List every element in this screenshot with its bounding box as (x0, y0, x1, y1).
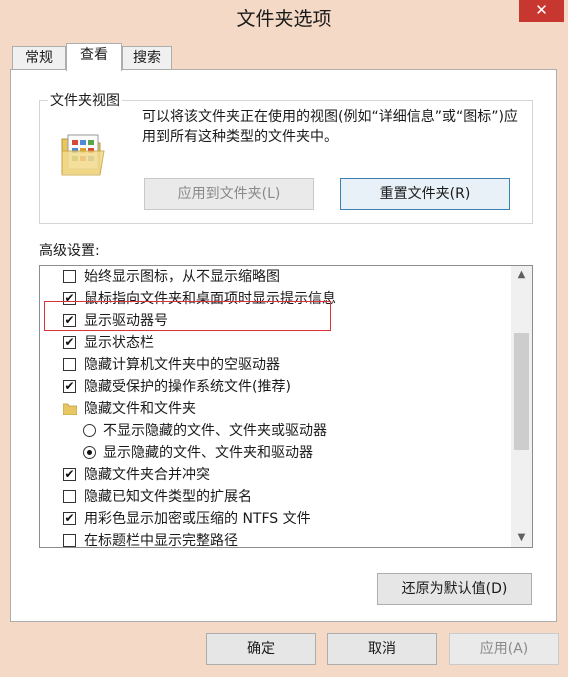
radio-dot (87, 450, 92, 455)
checkbox[interactable] (63, 534, 76, 547)
checkbox[interactable] (63, 358, 76, 371)
folder-views-description: 可以将该文件夹正在使用的视图(例如“详细信息”或“图标”)应用到所有这种类型的文… (142, 109, 518, 145)
vertical-scrollbar[interactable]: ▲ ▼ (511, 266, 532, 547)
list-item-label: 隐藏受保护的操作系统文件(推荐) (84, 379, 291, 395)
tab-view[interactable]: 查看 (66, 43, 122, 71)
checkbox-checked[interactable]: ✔ (63, 314, 76, 327)
close-button[interactable]: ✕ (519, 0, 564, 22)
ok-button[interactable]: 确定 (206, 633, 316, 665)
list-item-label: 鼠标指向文件夹和桌面项时显示提示信息 (84, 291, 336, 307)
scroll-down-icon[interactable]: ▼ (511, 529, 532, 547)
title-bar: 文件夹选项 ✕ (0, 0, 568, 36)
scroll-up-icon[interactable]: ▲ (511, 266, 532, 284)
checkbox-checked[interactable]: ✔ (63, 468, 76, 481)
checkbox-checked[interactable]: ✔ (63, 292, 76, 305)
folder-views-group: 文件夹视图 可以将该文件夹正在使用的视图(例如“详细信息”或“图标”)应用到所有… (39, 90, 533, 224)
checkbox-checked[interactable]: ✔ (63, 336, 76, 349)
checkbox-checked[interactable]: ✔ (63, 512, 76, 525)
list-item-label: 隐藏文件夹合并冲突 (84, 467, 210, 483)
checkbox[interactable] (63, 270, 76, 283)
restore-defaults-button[interactable]: 还原为默认值(D) (377, 573, 532, 605)
list-item-label: 显示状态栏 (84, 335, 154, 351)
folder-icon (63, 403, 77, 415)
list-item-label: 在标题栏中显示完整路径 (84, 533, 238, 548)
reset-folders-button[interactable]: 重置文件夹(R) (340, 178, 510, 210)
list-item-label: 隐藏文件和文件夹 (84, 401, 196, 417)
radio-button[interactable] (83, 424, 96, 437)
advanced-settings-list[interactable]: 始终显示图标，从不显示缩略图 ✔ 鼠标指向文件夹和桌面项时显示提示信息 ✔ 显示… (39, 265, 533, 548)
window-title: 文件夹选项 (236, 8, 332, 30)
list-item-label: 显示驱动器号 (84, 313, 168, 329)
folder-views-title: 文件夹视图 (48, 90, 122, 110)
list-item-label: 始终显示图标，从不显示缩略图 (84, 269, 280, 285)
list-item-label: 隐藏已知文件类型的扩展名 (84, 489, 252, 505)
tab-general[interactable]: 常规 (12, 46, 66, 71)
checkbox-checked[interactable]: ✔ (63, 380, 76, 393)
view-tab-panel: 文件夹视图 可以将该文件夹正在使用的视图(例如“详细信息”或“图标”)应用到所有… (10, 69, 557, 622)
folder-view-icon (61, 134, 105, 176)
checkbox[interactable] (63, 490, 76, 503)
list-item-label: 不显示隐藏的文件、文件夹或驱动器 (103, 423, 327, 439)
radio-button-selected[interactable] (83, 446, 96, 459)
list-item-label: 显示隐藏的文件、文件夹和驱动器 (103, 445, 313, 461)
scroll-thumb[interactable] (514, 333, 529, 450)
apply-to-folders-button[interactable]: 应用到文件夹(L) (144, 178, 314, 210)
apply-button[interactable]: 应用(A) (449, 633, 559, 665)
advanced-settings-label: 高级设置: (39, 243, 100, 259)
list-item-label: 用彩色显示加密或压缩的 NTFS 文件 (84, 511, 311, 527)
close-icon: ✕ (535, 1, 548, 19)
list-item-label: 隐藏计算机文件夹中的空驱动器 (84, 357, 280, 373)
tab-search[interactable]: 搜索 (122, 46, 172, 71)
cancel-button[interactable]: 取消 (327, 633, 437, 665)
